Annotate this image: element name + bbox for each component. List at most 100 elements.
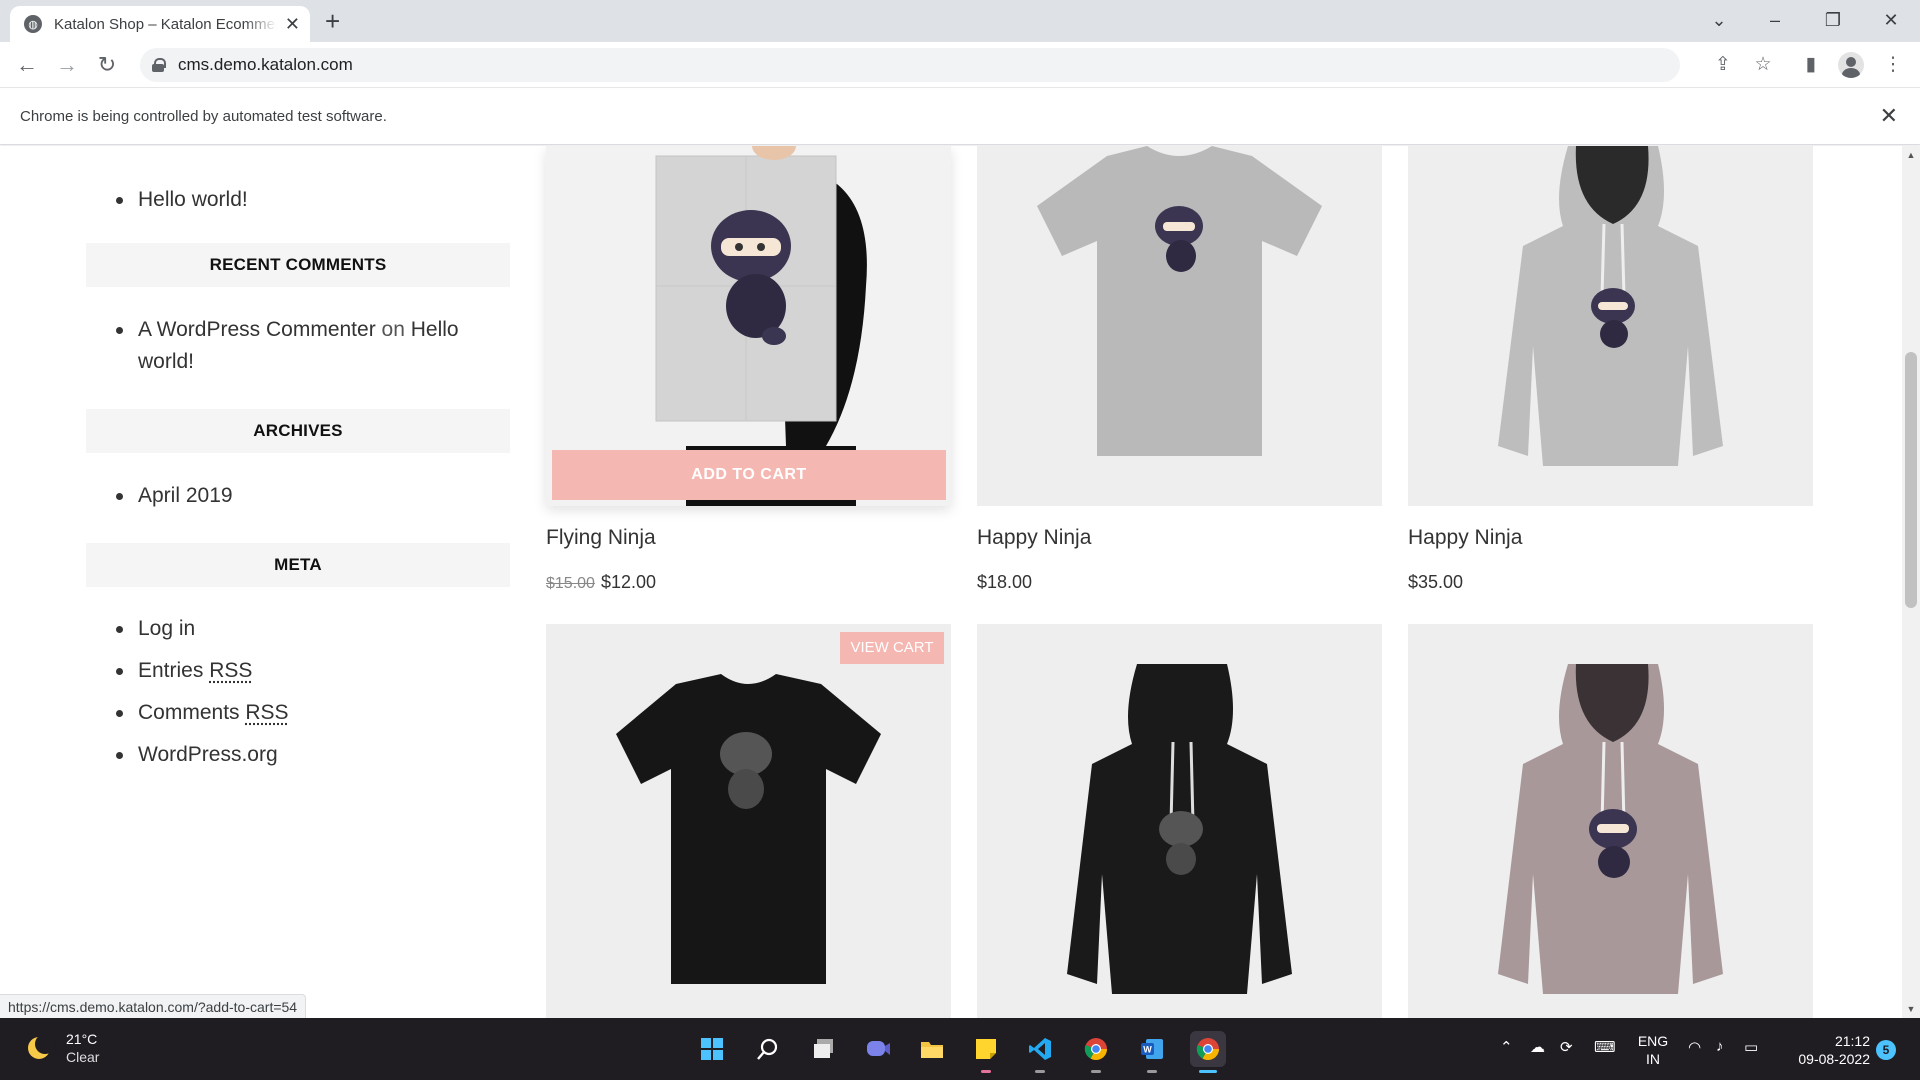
browser-toolbar: ← → ↻ cms.demo.katalon.com ⇪ ☆ ▮ ⋮ [0, 42, 1920, 88]
login-link[interactable]: Log in [116, 613, 289, 645]
notification-badge[interactable]: 5 [1876, 1040, 1896, 1060]
browser-tab[interactable]: ◍ Katalon Shop – Katalon Ecommerce ✕ [10, 6, 310, 42]
recent-post-link[interactable]: Hello world! [116, 184, 248, 216]
address-bar[interactable]: cms.demo.katalon.com [140, 48, 1680, 82]
product-image-black-tshirt[interactable] [546, 624, 951, 1018]
side-panel-icon[interactable]: ▮ [1796, 50, 1826, 80]
weather-condition: Clear [66, 1049, 100, 1065]
recent-posts-list: Hello world! [116, 184, 248, 216]
automation-infobar: Chrome is being controlled by automated … [0, 89, 1920, 145]
input-language[interactable]: ENG IN [1636, 1032, 1670, 1068]
comment-post-link[interactable]: Hello [411, 318, 459, 341]
clock-date: 09-08-2022 [1798, 1051, 1870, 1067]
product-image-happy-ninja-tshirt[interactable] [977, 146, 1382, 506]
search-button[interactable] [750, 1031, 786, 1067]
chrome-icon [1196, 1038, 1219, 1060]
scroll-down-icon[interactable]: ▼ [1902, 1004, 1920, 1014]
product-price: $35.00 [1408, 572, 1464, 592]
vscode-indicator [1035, 1070, 1045, 1073]
teams-chat-button[interactable] [860, 1031, 896, 1067]
keyboard-icon[interactable]: ⌨ [1594, 1038, 1616, 1056]
page-scrollbar[interactable]: ▲ ▼ [1902, 146, 1920, 1018]
tab-strip: ◍ Katalon Shop – Katalon Ecommerce ✕ + ⌄… [0, 0, 1920, 42]
rss-abbr: RSS [209, 659, 253, 682]
tab-search-icon[interactable]: ⌄ [1696, 6, 1742, 34]
product-image-black-hoodie[interactable] [977, 624, 1382, 1018]
pink-hoodie-illustration [1498, 664, 1723, 994]
start-button[interactable] [694, 1031, 730, 1067]
chrome-icon [1084, 1038, 1107, 1060]
product-price: $18.00 [977, 572, 1033, 592]
chat-icon [867, 1041, 890, 1056]
chrome-profile-indicator [1091, 1070, 1101, 1073]
old-price: $15.00 [546, 575, 595, 592]
site-favicon-icon: ◍ [24, 15, 42, 33]
restore-button[interactable]: ❐ [1810, 6, 1856, 34]
chrome-button[interactable] [1190, 1031, 1226, 1073]
tab-title: Katalon Shop – Katalon Ecommerce [54, 15, 277, 33]
product-image-happy-ninja-hoodie[interactable] [1408, 146, 1813, 506]
comments-label: Comments [138, 701, 240, 724]
comment-author-link[interactable]: A WordPress Commenter [138, 318, 376, 341]
meta-list: Log in Entries RSS Comments RSS WordPres… [116, 613, 289, 771]
recent-comment-item: A WordPress Commenter on Hello world! [116, 314, 478, 378]
infobar-message: Chrome is being controlled by automated … [20, 108, 387, 125]
word-button[interactable]: W [1134, 1031, 1170, 1073]
recent-comments-list: A WordPress Commenter on Hello world! [116, 314, 478, 378]
forward-icon[interactable]: → [52, 50, 82, 80]
wordpress-org-link[interactable]: WordPress.org [116, 739, 289, 771]
archives-title: ARCHIVES [86, 409, 510, 453]
file-explorer-button[interactable] [914, 1031, 950, 1067]
windows-logo-icon [701, 1038, 723, 1060]
chrome-active-indicator [1199, 1070, 1217, 1073]
minimize-button[interactable]: – [1752, 6, 1798, 34]
weather-temperature: 21°C [66, 1031, 98, 1047]
lock-icon[interactable] [152, 58, 166, 72]
reload-icon[interactable]: ↻ [92, 50, 122, 80]
black-hoodie-illustration [1067, 664, 1292, 994]
meta-title: META [86, 543, 510, 587]
close-tab-icon[interactable]: ✕ [285, 14, 300, 35]
scroll-up-icon[interactable]: ▲ [1902, 150, 1920, 160]
chrome-profile-button[interactable] [1078, 1031, 1114, 1073]
volume-icon[interactable]: ♪ [1716, 1038, 1724, 1055]
infobar-close-icon[interactable]: ✕ [1880, 103, 1898, 129]
entries-label: Entries [138, 659, 204, 682]
product-name[interactable]: Happy Ninja [1408, 526, 1522, 550]
share-icon[interactable]: ⇪ [1708, 50, 1738, 80]
product-name[interactable]: Flying Ninja [546, 526, 656, 550]
show-hidden-icons-icon[interactable]: ⌃ [1500, 1038, 1513, 1056]
product-image-pink-hoodie[interactable] [1408, 624, 1813, 1018]
weather-widget[interactable]: 21°C Clear [28, 1030, 99, 1066]
windows-taskbar: 21°C Clear W ⌃ ☁ ⟳ ⌨ ENG IN ◠ ♪ ▭ 21:12 … [0, 1018, 1920, 1080]
clock[interactable]: 21:12 09-08-2022 [1780, 1032, 1870, 1068]
product-name[interactable]: Happy Ninja [977, 526, 1091, 550]
sticky-notes-button[interactable] [968, 1031, 1004, 1073]
task-view-button[interactable] [806, 1031, 842, 1067]
moon-icon [28, 1034, 55, 1059]
profile-avatar-icon[interactable] [1838, 52, 1864, 78]
close-window-button[interactable]: ✕ [1868, 6, 1914, 34]
add-to-cart-button[interactable]: ADD TO CART [552, 450, 946, 500]
battery-icon[interactable]: ▭ [1744, 1038, 1758, 1056]
rss-abbr: RSS [245, 701, 289, 724]
sticky-notes-indicator [981, 1070, 991, 1073]
scroll-thumb[interactable] [1905, 352, 1917, 608]
onedrive-cloud-icon[interactable]: ☁ [1530, 1038, 1545, 1056]
search-icon [757, 1038, 778, 1060]
new-tab-button[interactable]: + [325, 6, 340, 36]
wifi-icon[interactable]: ◠ [1688, 1038, 1701, 1056]
menu-icon[interactable]: ⋮ [1878, 50, 1908, 80]
sync-icon[interactable]: ⟳ [1560, 1038, 1573, 1056]
vscode-button[interactable] [1022, 1031, 1058, 1073]
task-view-icon [814, 1039, 833, 1058]
entries-rss-link[interactable]: Entries RSS [116, 655, 289, 687]
view-cart-button[interactable]: VIEW CART [840, 632, 944, 664]
archive-link[interactable]: April 2019 [116, 480, 233, 512]
comment-connector: on [381, 318, 405, 341]
bookmark-star-icon[interactable]: ☆ [1748, 50, 1778, 80]
back-icon[interactable]: ← [12, 50, 42, 80]
hoodie-illustration [1498, 146, 1723, 466]
comment-post-link-cont[interactable]: world! [138, 350, 194, 373]
comments-rss-link[interactable]: Comments RSS [116, 697, 289, 729]
